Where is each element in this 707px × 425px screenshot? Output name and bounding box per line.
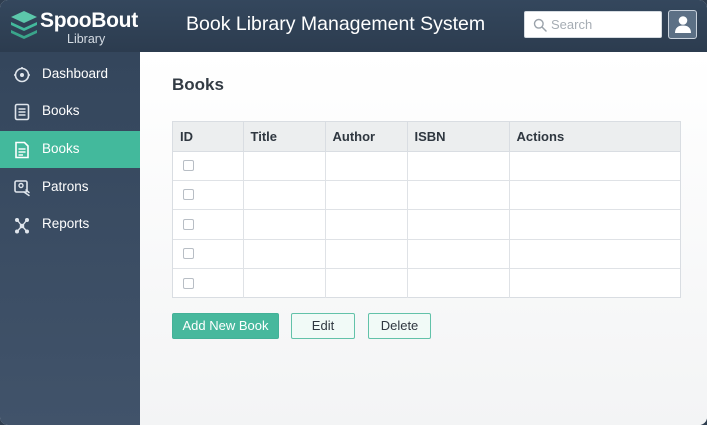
book-list-icon [14,103,30,121]
actions-cell [509,180,680,211]
actions-cell [509,209,680,240]
sidebar-item-reports[interactable]: Reports [0,206,140,243]
id-cell [173,268,244,298]
sidebar-item-label: Patrons [42,179,89,194]
sidebar-item-label: Books [42,103,80,118]
table-row[interactable] [173,151,680,181]
isbn-cell [407,180,510,211]
title-cell [243,209,326,240]
sidebar-item-books-active[interactable]: Books [0,131,140,168]
isbn-cell [407,151,510,181]
column-header-id[interactable]: ID [173,122,244,152]
sidebar-item-label: Books [42,141,80,156]
sidebar-item-dashboard[interactable]: Dashboard [0,56,140,93]
row-checkbox[interactable] [183,218,194,230]
search-box[interactable] [524,11,662,38]
row-checkbox[interactable] [183,277,194,289]
brand-logo[interactable]: SpooBout Library [10,9,140,47]
isbn-cell [407,268,510,298]
isbn-cell [407,239,510,270]
author-cell [325,151,408,181]
row-checkbox[interactable] [183,159,194,171]
sidebar-item-books[interactable]: Books [0,93,140,130]
edit-button[interactable]: Edit [291,313,355,339]
title-cell [243,239,326,270]
delete-button[interactable]: Delete [368,313,431,339]
id-cell [173,209,244,240]
search-icon [533,18,547,32]
brand-name: SpooBout [40,9,138,32]
patrons-icon [14,180,30,197]
author-cell [325,239,408,270]
sidebar-item-label: Reports [42,216,90,231]
table-header-row: ID Title Author ISBN Actions [173,122,680,152]
app-title: Book Library Management System [186,13,486,35]
column-header-title[interactable]: Title [243,122,326,152]
table-row[interactable] [173,209,680,240]
author-cell [325,268,408,298]
book-open-icon [15,141,29,159]
author-cell [325,209,408,240]
user-icon [675,16,691,33]
reports-icon [15,218,29,234]
author-cell [325,180,408,211]
dashboard-icon [14,67,30,83]
title-cell [243,180,326,211]
title-cell [243,151,326,181]
row-checkbox[interactable] [183,189,194,201]
sidebar-item-patrons[interactable]: Patrons [0,169,140,206]
isbn-cell [407,209,510,240]
id-cell [173,180,244,211]
app-window: SpooBout Library Book Library Management… [0,0,707,425]
actions-cell [509,269,680,298]
table-row[interactable] [173,268,680,298]
brand-subtitle: Library [67,32,106,46]
sidebar-item-label: Dashboard [42,66,109,81]
main-content: Books ID Title Author ISBN Actions Add N… [140,52,707,425]
column-header-author[interactable]: Author [325,122,408,152]
id-cell [173,151,244,181]
add-new-book-button[interactable]: Add New Book [172,313,279,339]
books-table: ID Title Author ISBN Actions [172,121,681,298]
search-input[interactable] [551,14,657,35]
sidebar: Dashboard Books Books Patrons Reports [0,52,140,425]
actions-cell [509,151,680,181]
top-bar: SpooBout Library Book Library Management… [0,0,707,52]
table-row[interactable] [173,180,680,211]
user-avatar-button[interactable] [668,10,697,39]
row-checkbox[interactable] [183,248,194,260]
id-cell [173,239,244,270]
column-header-isbn[interactable]: ISBN [407,122,510,152]
title-cell [243,268,326,298]
table-row[interactable] [173,239,680,270]
column-header-actions: Actions [509,122,680,152]
page-title: Books [172,75,224,94]
stack-logo-icon [11,11,37,39]
actions-cell [509,239,680,270]
